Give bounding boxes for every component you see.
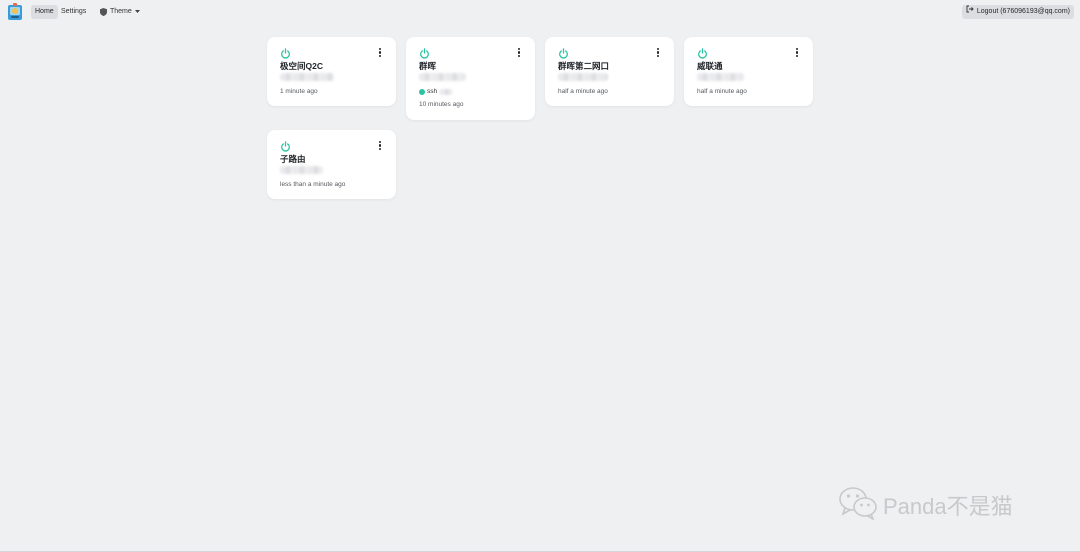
nav-home-button[interactable]: Home — [31, 5, 58, 19]
last-seen-time: 10 minutes ago — [419, 101, 464, 108]
device-name: 群晖 — [419, 61, 437, 71]
more-options-icon[interactable] — [518, 48, 521, 58]
watermark-text: Panda不是猫 — [883, 494, 1013, 519]
status-dot — [419, 88, 425, 95]
last-seen-time: half a minute ago — [697, 88, 747, 95]
logout-button[interactable]: Logout (676096193@qq.com) — [961, 5, 1074, 19]
device-name: 群晖第二网口 — [558, 61, 610, 71]
power-icon[interactable] — [558, 46, 569, 59]
redacted-address — [419, 73, 466, 81]
device-name: 子路由 — [280, 154, 306, 164]
app-page: Home Settings Theme Logout (676096193@qq… — [0, 0, 1080, 552]
service-ssh[interactable]: ssh — [419, 87, 454, 96]
more-options-icon[interactable] — [657, 48, 660, 58]
power-icon[interactable] — [280, 139, 291, 152]
shield-icon — [100, 8, 107, 16]
device-card[interactable]: 群晖 ssh 10 minutes ago — [406, 37, 535, 120]
more-options-icon[interactable] — [379, 141, 382, 151]
redacted-address — [697, 73, 744, 81]
more-options-icon[interactable] — [796, 48, 799, 58]
theme-label: Theme — [110, 8, 132, 15]
logout-label: Logout (676096193@qq.com) — [976, 8, 1070, 15]
theme-dropdown[interactable]: Theme — [100, 5, 140, 19]
app-logo-icon[interactable] — [7, 3, 23, 21]
top-bar: Home Settings Theme Logout (676096193@qq… — [0, 0, 1080, 24]
device-card[interactable]: 群晖第二网口 half a minute ago — [545, 37, 674, 106]
redacted-port — [439, 88, 454, 95]
caret-down-icon — [134, 10, 140, 14]
last-seen-time: 1 minute ago — [280, 88, 318, 95]
redacted-address — [558, 73, 608, 81]
device-name: 威联通 — [697, 61, 723, 71]
power-icon[interactable] — [280, 46, 291, 59]
device-card[interactable]: 极空间Q2C 1 minute ago — [267, 37, 396, 106]
device-name: 极空间Q2C — [280, 61, 323, 71]
watermark: Panda不是猫 — [838, 486, 1013, 528]
redacted-address — [280, 166, 323, 174]
device-card[interactable]: 子路由 less than a minute ago — [267, 130, 396, 199]
power-icon[interactable] — [697, 46, 708, 59]
redacted-address — [280, 73, 334, 81]
nav-settings-link[interactable]: Settings — [61, 5, 86, 19]
service-label: ssh — [427, 88, 438, 95]
power-icon[interactable] — [419, 46, 430, 59]
last-seen-time: less than a minute ago — [280, 181, 346, 188]
wechat-icon — [838, 486, 878, 528]
last-seen-time: half a minute ago — [558, 88, 608, 95]
more-options-icon[interactable] — [379, 48, 382, 58]
device-card[interactable]: 威联通 half a minute ago — [684, 37, 813, 106]
logout-icon — [966, 5, 974, 19]
